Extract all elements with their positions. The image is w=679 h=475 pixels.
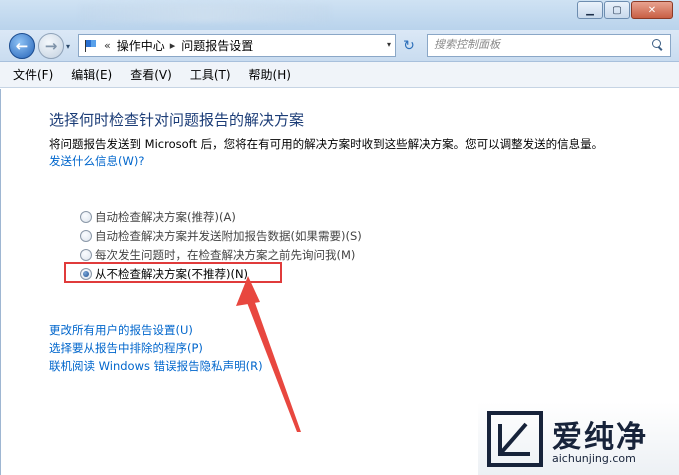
menu-file[interactable]: 文件(F)	[10, 64, 56, 85]
maximize-button[interactable]: ▢	[604, 1, 630, 19]
exclude-programs-link[interactable]: 选择要从报告中排除的程序(P)	[49, 340, 203, 356]
what-info-sent-link[interactable]: 发送什么信息(W)?	[49, 153, 144, 169]
forward-button[interactable]: →	[38, 33, 64, 59]
watermark-url: aichunjing.com	[552, 452, 636, 465]
window-controls: ▁ ▢ ✕	[576, 1, 673, 19]
action-center-flag-icon	[83, 39, 99, 53]
menu-tools[interactable]: 工具(T)	[187, 64, 234, 85]
breadcrumb-action-center[interactable]: 操作中心	[117, 37, 165, 54]
option-label: 自动检查解决方案(推荐)(A)	[95, 210, 236, 224]
menu-bar: 文件(F) 编辑(E) 查看(V) 工具(T) 帮助(H)	[0, 62, 679, 88]
watermark-logo-icon	[487, 411, 543, 467]
option-auto-check-send-data[interactable]: 自动检查解决方案并发送附加报告数据(如果需要)(S)	[80, 228, 362, 244]
refresh-icon[interactable]: ↻	[399, 36, 419, 56]
option-auto-check[interactable]: 自动检查解决方案(推荐)(A)	[80, 209, 236, 225]
option-ask-each-time[interactable]: 每次发生问题时，在检查解决方案之前先询问我(M)	[80, 247, 355, 263]
annotation-highlight-box	[64, 262, 282, 283]
recent-pages-dropdown-icon[interactable]: ▾	[66, 42, 70, 51]
watermark: 爱纯净 aichunjing.com	[478, 402, 679, 475]
minimize-button[interactable]: ▁	[577, 1, 603, 19]
page-description: 将问题报告发送到 Microsoft 后，您将在有可用的解决方案时收到这些解决方…	[49, 137, 604, 151]
search-box[interactable]	[427, 34, 671, 57]
address-bar[interactable]: « 操作中心 ▸ 问题报告设置 ▾	[78, 34, 396, 57]
change-all-users-settings-link[interactable]: 更改所有用户的报告设置(U)	[49, 322, 193, 338]
blurred-window-title	[80, 4, 330, 22]
menu-edit[interactable]: 编辑(E)	[68, 64, 115, 85]
breadcrumb-overflow-icon[interactable]: «	[104, 39, 111, 52]
option-label: 每次发生问题时，在检查解决方案之前先询问我(M)	[95, 248, 356, 262]
search-icon[interactable]	[652, 39, 664, 51]
watermark-brand: 爱纯净	[552, 420, 648, 455]
radio-button[interactable]	[80, 249, 92, 261]
option-label: 自动检查解决方案并发送附加报告数据(如果需要)(S)	[95, 229, 362, 243]
back-button[interactable]: ←	[9, 33, 35, 59]
menu-help[interactable]: 帮助(H)	[246, 64, 294, 85]
close-button[interactable]: ✕	[631, 1, 673, 19]
title-bar: ▁ ▢ ✕	[0, 0, 679, 30]
page-title: 选择何时检查针对问题报告的解决方案	[49, 111, 305, 129]
breadcrumb-problem-report-settings[interactable]: 问题报告设置	[181, 37, 253, 54]
navigation-bar: ← → ▾ « 操作中心 ▸ 问题报告设置 ▾ ↻	[0, 30, 679, 62]
search-input[interactable]	[434, 38, 644, 51]
address-dropdown-icon[interactable]: ▾	[387, 40, 391, 49]
radio-button[interactable]	[80, 230, 92, 242]
privacy-statement-link[interactable]: 联机阅读 Windows 错误报告隐私声明(R)	[49, 358, 263, 374]
radio-button[interactable]	[80, 211, 92, 223]
breadcrumb-arrow-icon[interactable]: ▸	[170, 39, 176, 52]
menu-view[interactable]: 查看(V)	[127, 64, 175, 85]
